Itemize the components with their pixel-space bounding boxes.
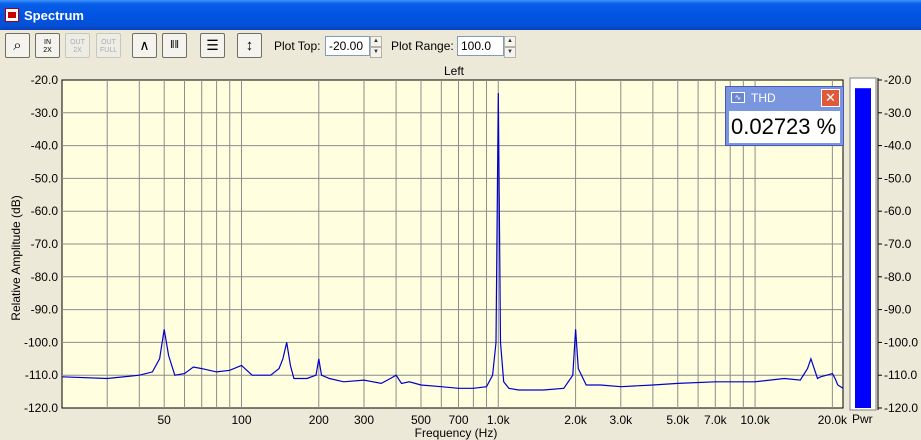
spectrum-app-icon bbox=[5, 8, 19, 22]
zoom-out-full-button[interactable]: OUT FULL bbox=[96, 33, 121, 58]
meter-tick-label: -40.0 bbox=[884, 139, 912, 153]
window-title: Spectrum bbox=[24, 8, 84, 23]
plot-top-label: Plot Top: bbox=[274, 39, 321, 53]
x-tick-label: 700 bbox=[448, 413, 468, 427]
line-spectrum-icon: ∧ bbox=[139, 37, 150, 53]
spin-up-icon[interactable]: ▲ bbox=[370, 36, 382, 47]
plot-range-input[interactable] bbox=[457, 36, 504, 56]
x-tick-label: 500 bbox=[411, 413, 431, 427]
settings-button[interactable]: ☰ bbox=[200, 33, 225, 58]
x-tick-label: 2.0k bbox=[564, 413, 588, 427]
zoom-in-2x-icon: IN 2X bbox=[43, 39, 52, 54]
y-tick-label: -70.0 bbox=[31, 237, 59, 251]
settings-panel-icon: ☰ bbox=[206, 37, 219, 53]
meter-tick-label: -60.0 bbox=[884, 204, 912, 218]
plot-top-spinner: ▲ ▼ bbox=[325, 36, 383, 58]
meter-tick-label: -70.0 bbox=[884, 237, 912, 251]
plot-range-spinner: ▲ ▼ bbox=[457, 36, 517, 58]
y-tick-label: -80.0 bbox=[31, 270, 59, 284]
x-tick-label: 300 bbox=[354, 413, 374, 427]
meter-label: Pwr bbox=[852, 412, 873, 426]
line-view-button[interactable]: ∧ bbox=[132, 33, 157, 58]
y-tick-label: -40.0 bbox=[31, 139, 59, 153]
plot-top-input[interactable] bbox=[325, 36, 370, 56]
meter-tick-label: -90.0 bbox=[884, 303, 912, 317]
x-tick-label: 7.0k bbox=[704, 413, 728, 427]
plot-range-arrows[interactable]: ▲ ▼ bbox=[504, 36, 516, 58]
meter-tick-label: -120.0 bbox=[884, 401, 918, 415]
y-tick-label: -90.0 bbox=[31, 303, 59, 317]
x-tick-label: 200 bbox=[309, 413, 329, 427]
plot-top-arrows[interactable]: ▲ ▼ bbox=[370, 36, 382, 58]
y-axis-label: Relative Amplitude (dB) bbox=[9, 195, 23, 320]
zoom-button[interactable]: ⌕ bbox=[5, 33, 30, 58]
y-tick-label: -30.0 bbox=[31, 106, 59, 120]
x-tick-label: 1.0k bbox=[487, 413, 511, 427]
zoom-in-2x-button[interactable]: IN 2X bbox=[35, 33, 60, 58]
x-tick-label: 10.0k bbox=[740, 413, 770, 427]
thd-panel[interactable]: ∿ THD ✕ 0.02723 % bbox=[725, 86, 844, 146]
y-tick-label: -60.0 bbox=[31, 204, 59, 218]
spin-up-icon[interactable]: ▲ bbox=[504, 36, 516, 47]
meter-tick-label: -50.0 bbox=[884, 171, 912, 185]
meter-tick-label: -20.0 bbox=[884, 73, 912, 87]
thd-header[interactable]: ∿ THD ✕ bbox=[726, 87, 843, 109]
meter-tick-label: -100.0 bbox=[884, 335, 918, 349]
x-tick-label: 50 bbox=[158, 413, 172, 427]
meter-tick-label: -80.0 bbox=[884, 270, 912, 284]
x-tick-label: 3.0k bbox=[609, 413, 633, 427]
x-tick-label: 20.0k bbox=[818, 413, 848, 427]
x-tick-label: 100 bbox=[231, 413, 251, 427]
zoom-out-2x-button[interactable]: OUT 2X bbox=[65, 33, 90, 58]
autoscale-button[interactable]: ↕ bbox=[237, 33, 262, 58]
close-icon[interactable]: ✕ bbox=[821, 89, 840, 107]
y-tick-label: -100.0 bbox=[24, 335, 58, 349]
title-bar[interactable]: Spectrum bbox=[0, 0, 921, 30]
x-axis-label: Frequency (Hz) bbox=[415, 426, 498, 440]
bar-spectrum-icon: ‖‖ bbox=[169, 39, 180, 51]
zoom-out-full-icon: OUT FULL bbox=[100, 39, 118, 54]
meter-tick-label: -30.0 bbox=[884, 106, 912, 120]
thd-value: 0.02723 % bbox=[729, 111, 840, 143]
y-tick-label: -120.0 bbox=[24, 401, 58, 415]
meter-tick-label: -110.0 bbox=[884, 368, 917, 382]
zoom-out-2x-icon: OUT 2X bbox=[70, 39, 85, 54]
magnifier-icon: ⌕ bbox=[13, 37, 22, 54]
y-tick-label: -20.0 bbox=[31, 73, 59, 87]
plot-range-label: Plot Range: bbox=[391, 39, 454, 53]
waveform-icon: ∿ bbox=[731, 92, 745, 103]
spin-down-icon[interactable]: ▼ bbox=[504, 47, 516, 58]
y-tick-label: -50.0 bbox=[31, 171, 59, 185]
y-tick-label: -110.0 bbox=[25, 368, 58, 382]
spin-down-icon[interactable]: ▼ bbox=[370, 47, 382, 58]
power-meter-bar bbox=[855, 88, 871, 408]
x-tick-label: 5.0k bbox=[666, 413, 690, 427]
thd-title: THD bbox=[751, 91, 776, 105]
vertical-range-icon: ↕ bbox=[245, 37, 254, 54]
chart-title: Left bbox=[444, 64, 465, 78]
bar-view-button[interactable]: ‖‖ bbox=[162, 33, 187, 58]
